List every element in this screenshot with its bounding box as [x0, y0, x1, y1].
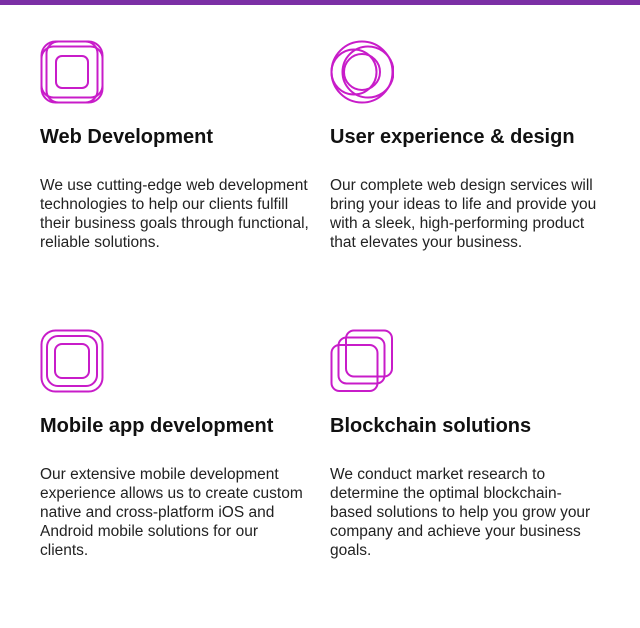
service-description: Our extensive mobile development experie… [40, 466, 303, 559]
stacked-squares-icon [330, 329, 394, 393]
service-description: Our complete web design services will br… [330, 177, 597, 251]
service-title: Web Development [40, 126, 213, 148]
nested-rounded-squares-icon [40, 40, 104, 104]
service-title: User experience & design [330, 126, 575, 148]
service-description: We use cutting-edge web development tech… [40, 177, 309, 251]
concentric-rounded-squares-icon [40, 329, 104, 393]
service-description: We conduct market research to determine … [330, 466, 591, 559]
top-accent-bar [0, 0, 640, 5]
service-title: Mobile app development [40, 415, 274, 437]
overlapping-circles-icon [330, 40, 394, 104]
service-title: Blockchain solutions [330, 415, 532, 437]
